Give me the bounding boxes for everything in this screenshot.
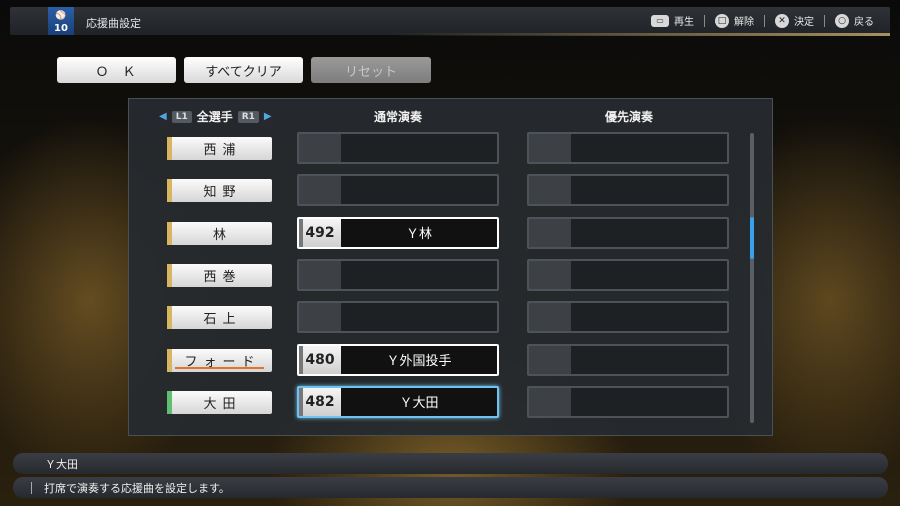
scrollbar[interactable]	[750, 133, 754, 423]
song-title	[571, 219, 727, 247]
help-bar: 打席で演奏する応援曲を設定します。	[13, 477, 888, 498]
song-number	[299, 303, 341, 332]
top-bar: ⚾ 10 応援曲設定 ▭ 再生 □ 解除 ✕ 決定 ○ 戻る	[10, 7, 890, 35]
hint-confirm-label: 決定	[794, 17, 814, 28]
song-number	[299, 134, 341, 162]
priority-song-slot[interactable]	[527, 385, 729, 418]
hint-back-label: 戻る	[854, 17, 874, 28]
song-info-bar: Ｙ大田	[13, 453, 888, 474]
ok-button[interactable]: ＯＫ	[57, 57, 176, 83]
hint-play[interactable]: ▭ 再生	[651, 13, 694, 28]
player-name: 西浦	[203, 143, 242, 158]
song-number	[529, 260, 571, 289]
player-name: 西巻	[203, 269, 242, 285]
l1-button-tag[interactable]: L1	[171, 110, 192, 123]
song-title: Ｙ外国投手	[386, 354, 452, 369]
hint-back[interactable]: ○ 戻る	[835, 13, 874, 28]
song-title	[571, 346, 727, 374]
normal-play-header: 通常演奏	[374, 110, 423, 124]
touchpad-icon: ▭	[651, 14, 669, 27]
normal-song-slot[interactable]: 480 Ｙ外国投手	[297, 343, 499, 376]
song-title: Ｙ林	[405, 227, 432, 243]
button-hints: ▭ 再生 □ 解除 ✕ 決定 ○ 戻る	[651, 13, 874, 28]
player-button[interactable]: 石上	[167, 306, 272, 330]
header-accent-line	[390, 33, 890, 36]
song-title: Ｙ大田	[399, 396, 439, 412]
priority-song-slot[interactable]	[527, 258, 729, 291]
priority-song-slot[interactable]	[527, 343, 729, 376]
song-number	[299, 260, 341, 289]
player-button[interactable]: 西浦	[167, 137, 272, 160]
player-name: 知野	[203, 185, 242, 201]
selected-song-name: Ｙ大田	[45, 457, 78, 471]
song-number	[299, 176, 341, 205]
player-button[interactable]: 西巻	[167, 263, 272, 287]
arrow-left-icon[interactable]: ◀	[159, 111, 167, 122]
song-title	[571, 388, 727, 416]
song-title	[571, 134, 727, 162]
song-number	[529, 218, 571, 247]
song-title	[341, 261, 497, 289]
player-button[interactable]: 林	[167, 221, 272, 245]
help-text: 打席で演奏する応援曲を設定します。	[44, 481, 230, 495]
hint-confirm[interactable]: ✕ 決定	[775, 13, 814, 28]
song-number: 480	[299, 345, 341, 374]
reset-button[interactable]: リセット	[311, 57, 431, 83]
song-title	[341, 176, 497, 204]
priority-song-slot[interactable]	[527, 301, 729, 334]
priority-song-slot[interactable]	[527, 132, 729, 164]
player-button[interactable]: 大田	[167, 390, 272, 414]
hint-release[interactable]: □ 解除	[715, 13, 754, 28]
song-title	[341, 134, 497, 162]
player-name: 林	[212, 227, 232, 243]
song-title	[571, 176, 727, 204]
normal-song-slot[interactable]: 482 Ｙ大田	[297, 385, 499, 418]
hint-release-label: 解除	[734, 17, 754, 28]
player-button[interactable]: 知野	[167, 179, 272, 203]
team-number: 10	[54, 23, 68, 34]
normal-song-slot[interactable]	[297, 174, 499, 207]
normal-song-slot[interactable]	[297, 258, 499, 291]
divider	[824, 14, 825, 27]
song-number: 482	[299, 387, 341, 416]
square-button-icon: □	[715, 13, 729, 28]
priority-song-slot[interactable]	[527, 174, 729, 207]
page-title: 応援曲設定	[86, 17, 141, 30]
divider	[764, 14, 765, 27]
song-number	[529, 176, 571, 205]
players-filter-label: 全選手	[196, 110, 233, 124]
priority-song-slot[interactable]	[527, 216, 729, 249]
song-number	[529, 303, 571, 332]
player-underline	[175, 366, 264, 369]
divider	[31, 481, 32, 494]
r1-button-tag[interactable]: R1	[237, 110, 259, 123]
clear-all-button[interactable]: すべてクリア	[184, 57, 303, 83]
normal-song-slot[interactable]	[297, 301, 499, 334]
team-logo-icon: ⚾	[55, 11, 67, 21]
song-number	[529, 345, 571, 374]
priority-play-header: 優先演奏	[605, 110, 654, 124]
hint-play-label: 再生	[674, 17, 694, 28]
song-number	[529, 134, 571, 162]
arrow-right-icon[interactable]: ▶	[264, 111, 272, 122]
team-badge: ⚾ 10	[48, 7, 74, 35]
cross-button-icon: ✕	[775, 13, 789, 28]
player-button[interactable]: フォード	[167, 348, 272, 372]
divider	[704, 14, 705, 27]
song-title	[341, 303, 497, 331]
cheer-song-table: ◀ L1 全選手 R1 ▶ 通常演奏 優先演奏 西浦知野林 492 Ｙ林西巻石上フォ…	[128, 98, 773, 436]
song-number	[529, 387, 571, 416]
circle-button-icon: ○	[835, 13, 849, 28]
scrollbar-thumb[interactable]	[750, 217, 754, 259]
song-title	[571, 261, 727, 289]
normal-song-slot[interactable]: 492 Ｙ林	[297, 216, 499, 249]
song-number: 492	[299, 218, 341, 247]
player-name: 大田	[203, 396, 242, 412]
normal-song-slot[interactable]	[297, 132, 499, 164]
players-column-header: ◀ L1 全選手 R1 ▶	[159, 108, 272, 125]
player-name: 石上	[203, 312, 242, 328]
song-title	[571, 303, 727, 331]
